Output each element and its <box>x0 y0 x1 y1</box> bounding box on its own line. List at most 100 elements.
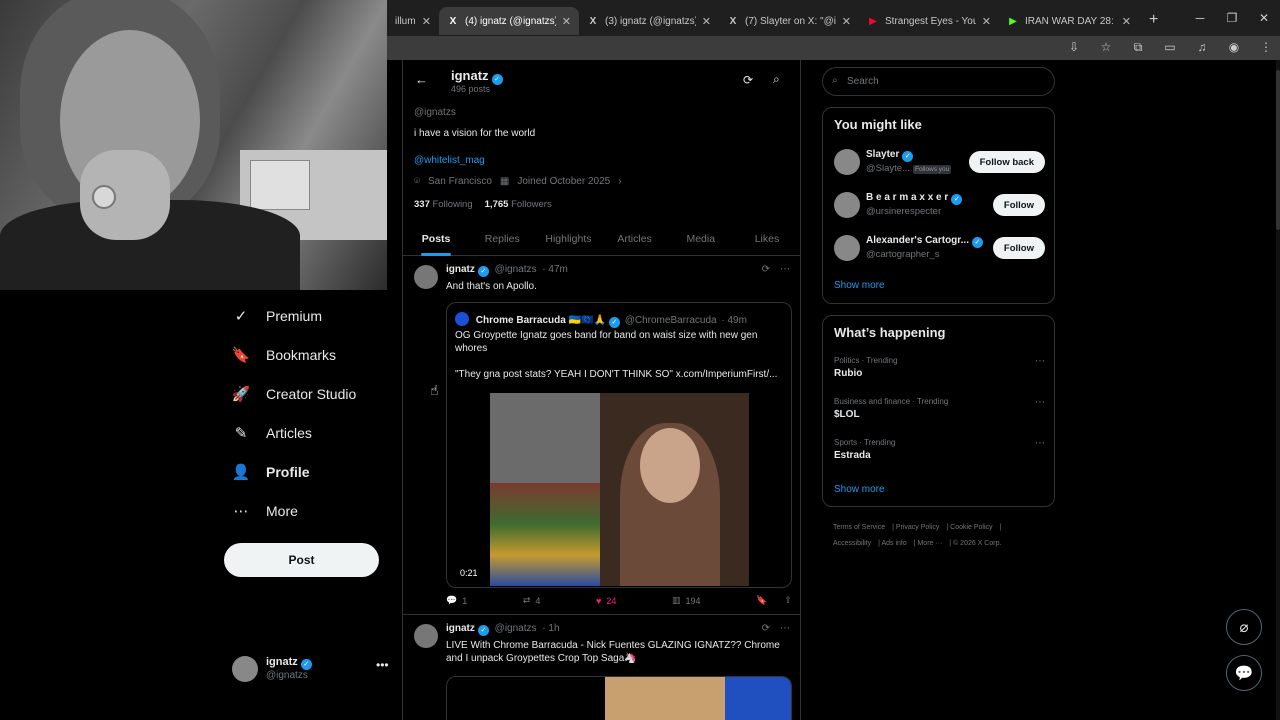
browser-tab[interactable]: X (3) ignatz (@ignatzs) / X ✕ <box>579 7 719 35</box>
extensions-icon[interactable]: ⧉ <box>1130 40 1146 55</box>
install-icon[interactable]: ⇩ <box>1066 40 1082 55</box>
trend-item[interactable]: Business and finance · Trending $LOL ⋯ <box>834 397 1045 429</box>
suggested-user[interactable]: Slayter ✓ @Slayte... Follows you Follow ba… <box>834 147 1045 179</box>
trend-item[interactable]: Politics · Trending Rubio ⋯ <box>834 356 1045 388</box>
avatar <box>834 192 860 218</box>
followers-link[interactable]: 1,765 Followers <box>485 199 552 210</box>
tweet[interactable]: ignatz ✓ @ignatzs · 1h ⟳ ⋯ LIVE With Chro… <box>403 616 800 720</box>
views-button[interactable]: ▥ 194 <box>672 595 701 606</box>
tweet-media[interactable] <box>446 676 792 720</box>
quoted-tweet[interactable]: Chrome Barracuda 🇺🇦🇪🇺🙏 ✓ @ChromeBarracuda… <box>446 302 792 588</box>
close-window-icon[interactable]: ✕ <box>1248 11 1280 25</box>
cursor-icon: ☝ <box>430 382 439 398</box>
browser-tab-active[interactable]: X (4) ignatz (@ignatzs) / X ✕ <box>439 7 579 35</box>
close-icon[interactable]: ✕ <box>982 15 991 28</box>
nav-premium[interactable]: ✓ Premium <box>224 296 384 335</box>
tweet-author[interactable]: ignatz <box>446 623 475 634</box>
suggested-user[interactable]: Alexander's Cartogr... ✓ @cartographer_s … <box>834 233 1045 265</box>
browser-tab[interactable]: ▶ Strangest Eyes - YouTube ✕ <box>859 7 999 35</box>
nav-more[interactable]: ⋯ More <box>224 491 384 530</box>
more-icon[interactable]: ⋯ <box>780 623 790 634</box>
footer-link[interactable]: Privacy Policy <box>896 524 940 531</box>
video-thumbnail[interactable] <box>490 393 749 586</box>
tab-posts[interactable]: Posts <box>403 222 469 255</box>
more-icon[interactable]: ⋯ <box>780 264 790 275</box>
media-icon[interactable]: ♫ <box>1194 40 1210 55</box>
browser-tab[interactable]: illumi ✕ <box>387 7 439 35</box>
suggested-user[interactable]: B e a r m a x x e r ✓ @ursinerespecter Fo… <box>834 190 1045 222</box>
share-icon[interactable]: ⇪ <box>784 595 792 606</box>
browser-toolbar: ⇩ ☆ ⧉ ▭ ♫ ◉ ⋮ <box>387 36 1280 60</box>
more-icon[interactable]: ••• <box>376 658 389 672</box>
tab-likes[interactable]: Likes <box>734 222 800 255</box>
nav-articles[interactable]: ✎ Articles <box>224 413 384 452</box>
close-icon[interactable]: ✕ <box>422 15 431 28</box>
avatar[interactable] <box>414 265 438 289</box>
tab-replies[interactable]: Replies <box>469 222 535 255</box>
footer-link[interactable]: Cookie Policy <box>950 524 992 531</box>
account-switcher[interactable]: ignatz ✓ @ignatzs ••• <box>232 654 392 686</box>
reply-button[interactable]: 💬 1 <box>446 595 467 606</box>
nav-bookmarks[interactable]: 🔖 Bookmarks <box>224 335 384 374</box>
like-button[interactable]: ♥ 24 <box>596 595 616 606</box>
more-icon[interactable]: ⋯ <box>1035 438 1045 449</box>
tweet-handle[interactable]: @ignatzs <box>495 623 537 634</box>
follow-back-button[interactable]: Follow back <box>968 151 1045 173</box>
follow-button[interactable]: Follow <box>992 237 1045 259</box>
menu-icon[interactable]: ⋮ <box>1258 40 1274 55</box>
following-link[interactable]: 337 Following <box>414 199 473 210</box>
browser-tab[interactable]: ▶ IRAN WAR DAY 28: GROU ✕ <box>999 7 1139 35</box>
show-more-link[interactable]: Show more <box>834 280 885 291</box>
messages-icon[interactable]: 💬 <box>1226 655 1262 691</box>
grok-icon[interactable]: ⟳ <box>743 73 753 87</box>
scrollbar[interactable] <box>1276 60 1280 720</box>
tweet-handle[interactable]: @ignatzs <box>495 264 537 275</box>
profile-meta: ⌾ San Francisco ▦ Joined October 2025 › <box>414 176 622 187</box>
tab-highlights[interactable]: Highlights <box>535 222 601 255</box>
tab-media[interactable]: Media <box>668 222 734 255</box>
grok-icon[interactable]: ⟳ <box>762 264 770 275</box>
profile-link[interactable]: @whitelist_mag <box>414 155 485 166</box>
close-icon[interactable]: ✕ <box>1122 15 1131 28</box>
browser-tab[interactable]: X (7) Slayter on X: "@ignatz ✕ <box>719 7 859 35</box>
grok-icon[interactable]: ⌀ <box>1226 609 1262 645</box>
panel-title: You might like <box>834 117 922 132</box>
restore-icon[interactable]: ❐ <box>1216 11 1248 25</box>
footer-link[interactable]: Ads info <box>881 540 906 547</box>
follow-button[interactable]: Follow <box>992 194 1045 216</box>
show-more-link[interactable]: Show more <box>834 484 885 495</box>
repost-button[interactable]: ⇄ 4 <box>523 595 541 606</box>
close-icon[interactable]: ✕ <box>842 15 851 28</box>
search-icon[interactable]: ⌕ <box>773 72 780 87</box>
profile-icon[interactable]: ◉ <box>1226 40 1242 55</box>
back-arrow-icon[interactable]: ← <box>415 72 428 87</box>
search-input[interactable]: ⌕ Search <box>822 67 1055 96</box>
close-icon[interactable]: ✕ <box>702 15 711 28</box>
more-icon[interactable]: ⋯ <box>1035 356 1045 367</box>
sidebar-icon[interactable]: ▭ <box>1162 40 1178 55</box>
tab-articles[interactable]: Articles <box>602 222 668 255</box>
star-icon[interactable]: ☆ <box>1098 40 1114 55</box>
tweet-author[interactable]: ignatz <box>446 264 475 275</box>
minimize-icon[interactable]: ─ <box>1184 11 1216 25</box>
copyright: © 2026 X Corp. <box>953 540 1002 547</box>
footer-link[interactable]: More ··· <box>917 540 942 547</box>
grok-icon[interactable]: ⟳ <box>762 623 770 634</box>
avatar <box>834 149 860 175</box>
post-button[interactable]: Post <box>224 543 379 577</box>
quote-text-link: "They gna post stats? YEAH I DON'T THINK… <box>455 369 778 380</box>
new-tab-button[interactable]: + <box>1139 11 1168 29</box>
tweet-time[interactable]: · 47m <box>542 264 568 275</box>
tweet[interactable]: ignatz ✓ @ignatzs · 47m ⟳ ⋯ And that's on… <box>403 257 800 615</box>
more-icon[interactable]: ⋯ <box>1035 397 1045 408</box>
footer-link[interactable]: Terms of Service <box>833 524 885 531</box>
nav-profile[interactable]: 👤 Profile <box>224 452 384 491</box>
avatar[interactable] <box>414 624 438 648</box>
footer-link[interactable]: Accessibility <box>833 540 871 547</box>
bookmark-icon[interactable]: 🔖 <box>756 595 767 606</box>
tweet-time[interactable]: · 1h <box>542 623 559 634</box>
trend-item[interactable]: Sports · Trending Estrada ⋯ <box>834 438 1045 470</box>
close-icon[interactable]: ✕ <box>562 15 571 28</box>
nav-creator-studio[interactable]: 🚀 Creator Studio <box>224 374 384 413</box>
profile-joined[interactable]: Joined October 2025 <box>517 176 610 187</box>
